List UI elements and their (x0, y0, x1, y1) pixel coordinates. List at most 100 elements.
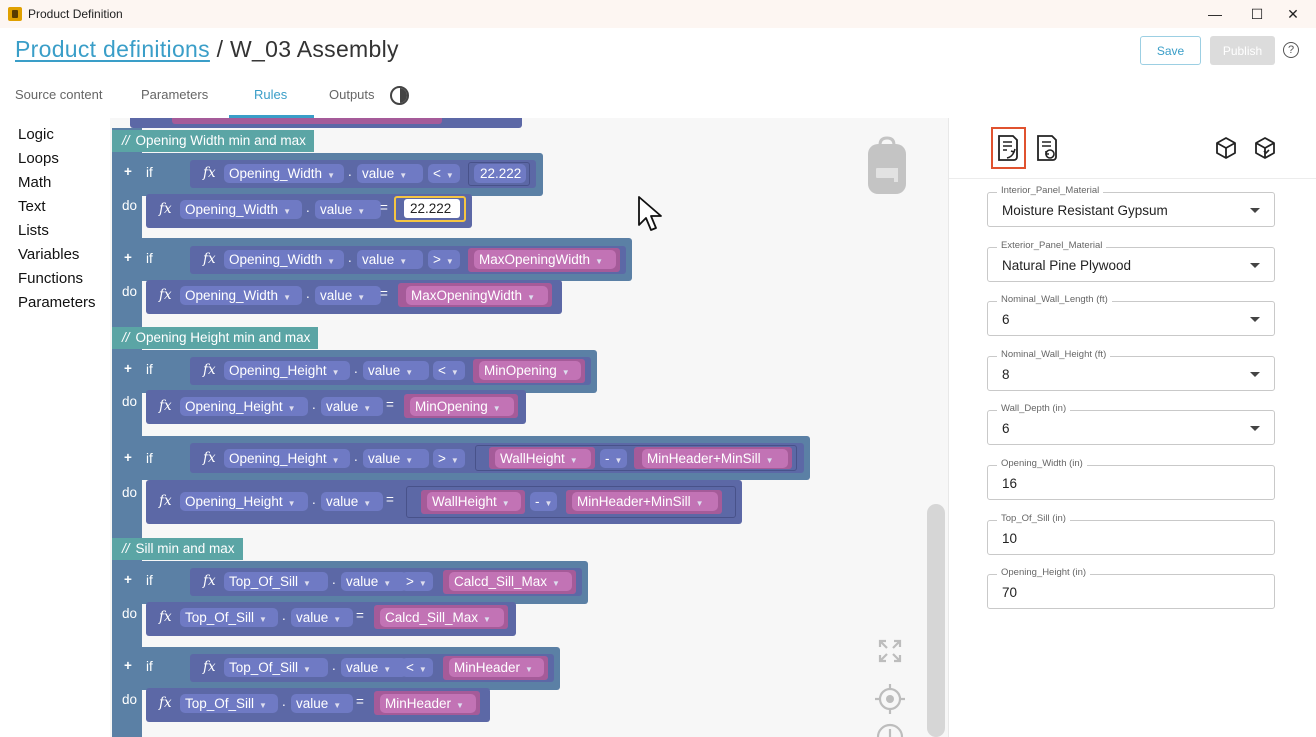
title-bar: Product Definition — ☐ ✕ (0, 0, 1316, 28)
param-dropdown[interactable]: Opening_Height ▼ (180, 492, 308, 511)
property-dropdown[interactable]: value ▼ (321, 492, 383, 511)
close-button[interactable]: ✕ (1270, 0, 1316, 28)
reset-rules-icon[interactable] (1034, 133, 1060, 163)
mutator-plus-icon[interactable]: + (124, 450, 132, 465)
field-nominal-wall-length[interactable]: Nominal_Wall_Length (ft) 6 (987, 294, 1275, 336)
param-dropdown[interactable]: Opening_Width ▼ (224, 250, 344, 269)
dot-label: . (332, 658, 336, 673)
trash-backpack-icon[interactable] (866, 136, 908, 196)
property-dropdown[interactable]: value ▼ (321, 397, 383, 416)
param-dropdown[interactable]: Top_Of_Sill ▼ (224, 572, 328, 591)
variable-dropdown[interactable]: MinHeader+MinSill ▼ (572, 492, 718, 511)
property-dropdown[interactable]: value ▼ (363, 361, 429, 380)
operator-dropdown[interactable]: < ▼ (433, 361, 465, 380)
field-nominal-wall-height[interactable]: Nominal_Wall_Height (ft) 8 (987, 349, 1275, 391)
param-dropdown[interactable]: Opening_Height ▼ (180, 397, 308, 416)
param-dropdown[interactable]: Opening_Height ▼ (224, 361, 350, 380)
toolbox-parameters[interactable]: Parameters (18, 294, 96, 311)
variable-dropdown[interactable]: MinHeader ▼ (449, 658, 544, 677)
variable-dropdown[interactable]: WallHeight ▼ (495, 449, 591, 468)
mutator-plus-icon[interactable]: + (124, 164, 132, 179)
operator-dropdown[interactable]: < ▼ (428, 164, 460, 183)
property-dropdown[interactable]: value ▼ (341, 658, 407, 677)
field-opening-width[interactable]: Opening_Width (in) 16 (987, 458, 1275, 500)
field-exterior-panel-material[interactable]: Exterior_Panel_Material Natural Pine Ply… (987, 240, 1275, 282)
toolbox-functions[interactable]: Functions (18, 270, 83, 287)
save-button[interactable]: Save (1140, 36, 1201, 65)
theme-toggle-icon[interactable] (390, 86, 409, 105)
number-value[interactable]: 22.222 (474, 164, 526, 183)
toolbox-variables[interactable]: Variables (18, 246, 79, 263)
operator-dropdown[interactable]: > ▼ (433, 449, 465, 468)
param-dropdown[interactable]: Opening_Height ▼ (224, 449, 350, 468)
property-dropdown[interactable]: value ▼ (357, 164, 423, 183)
property-dropdown[interactable]: value ▼ (291, 608, 353, 627)
tab-outputs[interactable]: Outputs (329, 87, 375, 102)
param-dropdown[interactable]: Opening_Width ▼ (180, 200, 302, 219)
variable-dropdown[interactable]: MinHeader+MinSill ▼ (642, 449, 788, 468)
property-dropdown[interactable]: value ▼ (341, 572, 407, 591)
tab-rules[interactable]: Rules (254, 87, 287, 102)
variable-dropdown[interactable]: Calcd_Sill_Max ▼ (449, 572, 572, 591)
property-dropdown[interactable]: value ▼ (357, 250, 423, 269)
param-dropdown[interactable]: Opening_Width ▼ (180, 286, 302, 305)
toolbox-loops[interactable]: Loops (18, 150, 59, 167)
variable-dropdown[interactable]: MinHeader ▼ (380, 694, 476, 713)
mutator-plus-icon[interactable]: + (124, 658, 132, 673)
number-edit-input[interactable]: 22.222 (404, 199, 460, 218)
mutator-plus-icon[interactable]: + (124, 572, 132, 587)
toolbox-lists[interactable]: Lists (18, 222, 49, 239)
variable-dropdown[interactable]: MinOpening ▼ (410, 397, 514, 416)
tab-parameters[interactable]: Parameters (141, 87, 208, 102)
variable-dropdown[interactable]: MaxOpeningWidth ▼ (406, 286, 548, 305)
do-label: do (122, 485, 138, 500)
comment-block[interactable]: //Opening Width min and max (112, 130, 314, 152)
field-label: Opening_Height (in) (997, 567, 1091, 578)
property-dropdown[interactable]: value ▼ (315, 286, 381, 305)
help-icon[interactable]: ? (1283, 42, 1299, 58)
variable-dropdown[interactable]: WallHeight ▼ (427, 492, 521, 511)
operator-dropdown[interactable]: < ▼ (401, 658, 433, 677)
toolbox-text[interactable]: Text (18, 198, 46, 215)
param-dropdown[interactable]: Opening_Width ▼ (224, 164, 344, 183)
field-opening-height[interactable]: Opening_Height (in) 70 (987, 567, 1275, 609)
property-dropdown[interactable]: value ▼ (291, 694, 353, 713)
model-update-icon[interactable] (1253, 136, 1277, 160)
math-operator-dropdown[interactable]: - ▼ (530, 492, 557, 511)
toolbox-logic[interactable]: Logic (18, 126, 54, 143)
operator-dropdown[interactable]: > ▼ (401, 572, 433, 591)
param-dropdown[interactable]: Top_Of_Sill ▼ (180, 608, 278, 627)
breadcrumb-link-product-definitions[interactable]: Product definitions (15, 36, 210, 62)
minimize-button[interactable]: — (1192, 0, 1238, 28)
workspace-scrollbar[interactable] (927, 504, 945, 737)
mutator-plus-icon[interactable]: + (124, 250, 132, 265)
math-operator-dropdown[interactable]: - ▼ (600, 449, 627, 468)
blockly-workspace[interactable]: //Opening Width min and max + if fx Open… (110, 118, 948, 737)
toolbox-math[interactable]: Math (18, 174, 51, 191)
recenter-icon[interactable] (875, 684, 905, 714)
mutator-plus-icon[interactable]: + (124, 361, 132, 376)
equals-label: = (380, 200, 388, 215)
field-top-of-sill[interactable]: Top_Of_Sill (in) 10 (987, 513, 1275, 555)
field-interior-panel-material[interactable]: Interior_Panel_Material Moisture Resista… (987, 185, 1275, 227)
param-dropdown[interactable]: Top_Of_Sill ▼ (180, 694, 278, 713)
run-rules-icon[interactable] (995, 133, 1021, 163)
fullscreen-icon[interactable] (877, 638, 903, 664)
variable-dropdown[interactable]: Calcd_Sill_Max ▼ (380, 608, 504, 627)
variable-dropdown[interactable]: MinOpening ▼ (479, 361, 581, 380)
zoom-in-icon[interactable] (875, 722, 905, 737)
comment-block[interactable]: //Sill min and max (112, 538, 243, 560)
model-icon[interactable] (1214, 136, 1238, 160)
operator-dropdown[interactable]: > ▼ (428, 250, 460, 269)
comment-block[interactable]: //Opening Height min and max (112, 327, 319, 349)
logic-stack-spine[interactable] (112, 128, 142, 737)
tab-source-content[interactable]: Source content (15, 87, 102, 102)
property-dropdown[interactable]: value ▼ (363, 449, 429, 468)
param-dropdown[interactable]: Top_Of_Sill ▼ (224, 658, 328, 677)
do-label: do (122, 692, 138, 707)
property-dropdown[interactable]: value ▼ (315, 200, 381, 219)
field-wall-depth[interactable]: Wall_Depth (in) 6 (987, 403, 1275, 445)
chevron-down-icon (1250, 317, 1260, 322)
variable-dropdown[interactable]: MaxOpeningWidth ▼ (474, 250, 616, 269)
publish-button[interactable]: Publish (1210, 36, 1275, 65)
